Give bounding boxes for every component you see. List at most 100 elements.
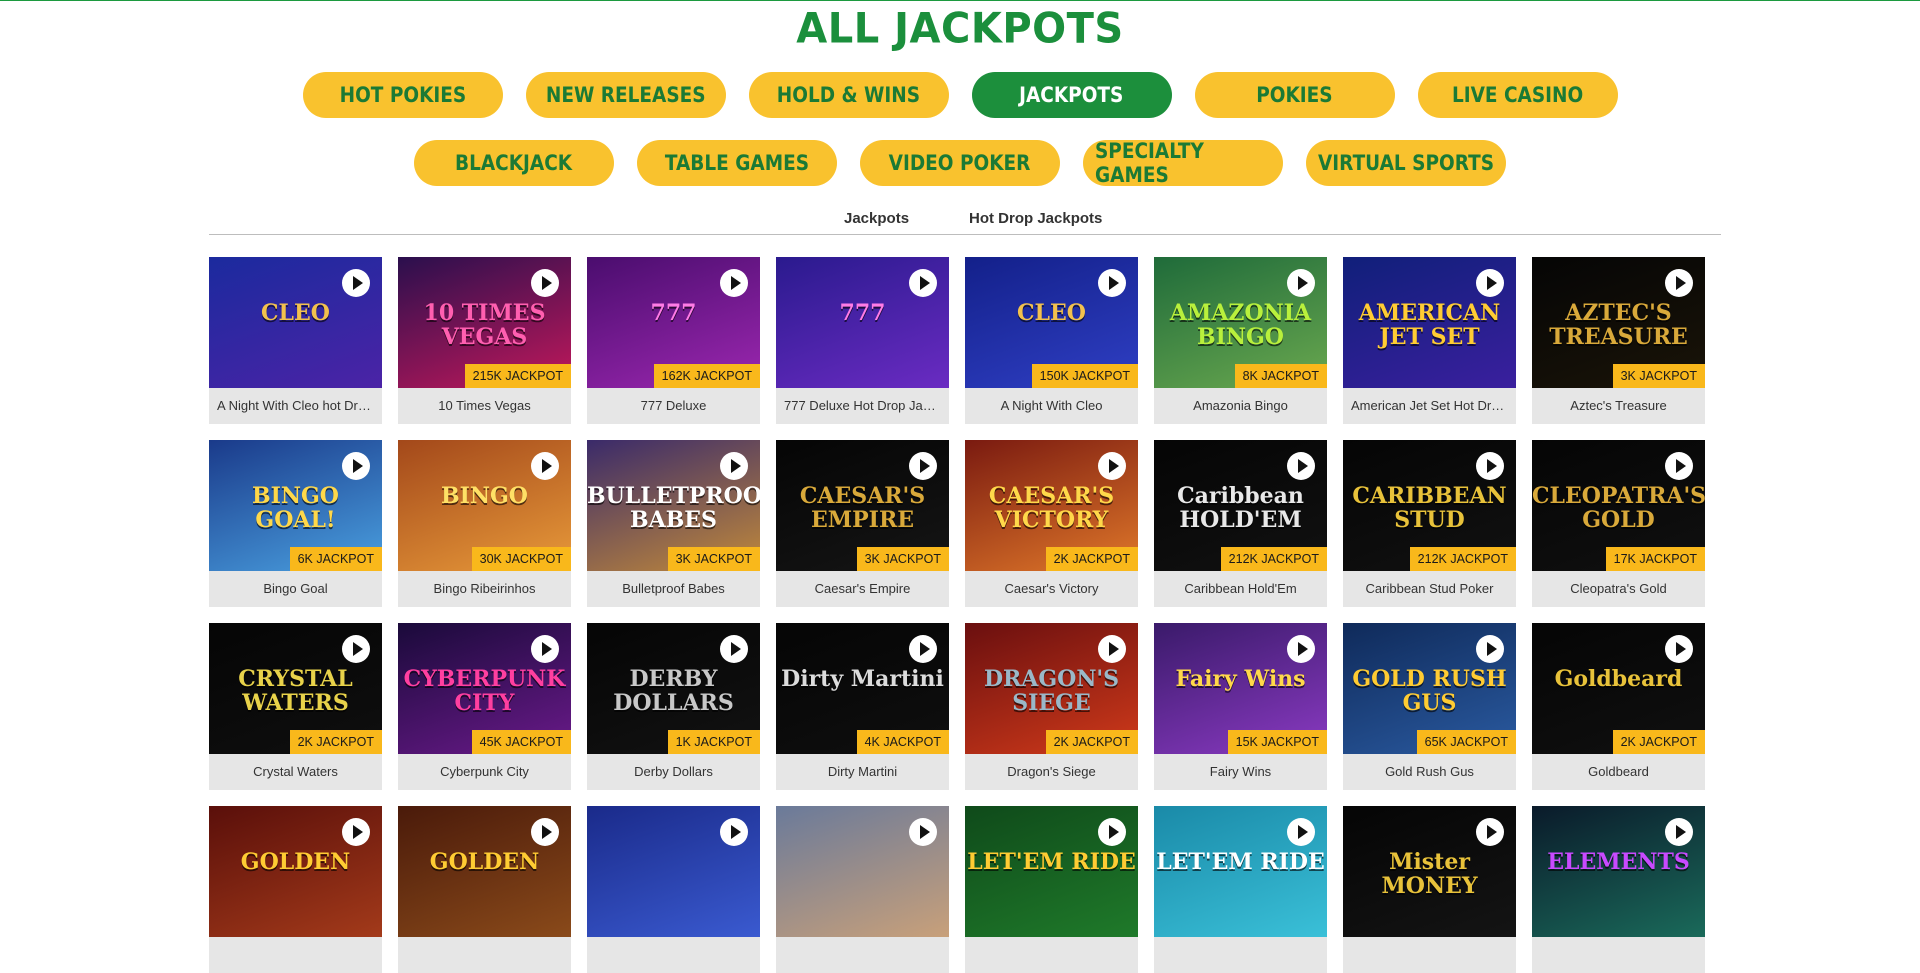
game-tile[interactable]: AZTEC'S TREASURE 3K JACKPOT Aztec's Treasu… [1532, 257, 1705, 424]
game-title[interactable]: Gold Rush Gus [1343, 754, 1516, 790]
category-pill-table-games[interactable]: TABLE GAMES [637, 140, 837, 186]
game-thumbnail[interactable]: Mister MONEY [1343, 806, 1516, 937]
game-tile[interactable]: LET'EM RIDE [965, 806, 1138, 973]
play-icon[interactable] [720, 818, 748, 846]
game-title[interactable]: A Night With Cleo [965, 388, 1138, 424]
game-thumbnail[interactable]: CRYSTAL WATERS 2K JACKPOT [209, 623, 382, 754]
category-pill-jackpots[interactable]: JACKPOTS [971, 72, 1172, 118]
play-icon[interactable] [1476, 818, 1504, 846]
play-icon[interactable] [720, 635, 748, 663]
game-tile[interactable]: 777 162K JACKPOT 777 Deluxe [587, 257, 760, 424]
game-tile[interactable]: Caribbean HOLD'EM 212K JACKPOT Caribbean H… [1154, 440, 1327, 607]
game-title[interactable]: Cleopatra's Gold [1532, 571, 1705, 607]
play-icon[interactable] [531, 269, 559, 297]
game-tile[interactable]: GOLD RUSH GUS 65K JACKPOT Gold Rush Gus [1343, 623, 1516, 790]
play-icon[interactable] [1098, 818, 1126, 846]
play-icon[interactable] [909, 269, 937, 297]
game-tile[interactable]: Dirty Martini 4K JACKPOT Dirty Martini [776, 623, 949, 790]
game-tile[interactable]: Fairy Wins 15K JACKPOT Fairy Wins [1154, 623, 1327, 790]
category-pill-pokies[interactable]: POKIES [1194, 72, 1395, 118]
game-thumbnail[interactable]: GOLD RUSH GUS 65K JACKPOT [1343, 623, 1516, 754]
play-icon[interactable] [720, 269, 748, 297]
game-tile[interactable]: AMERICAN JET SET American Jet Set Hot Dro… [1343, 257, 1516, 424]
play-icon[interactable] [1287, 635, 1315, 663]
game-thumbnail[interactable]: AMERICAN JET SET [1343, 257, 1516, 388]
game-thumbnail[interactable]: CLEO [209, 257, 382, 388]
game-tile[interactable]: CYBERPUNK CITY 45K JACKPOT Cyberpunk City [398, 623, 571, 790]
game-thumbnail[interactable]: CLEO 150K JACKPOT [965, 257, 1138, 388]
game-title[interactable]: Caribbean Stud Poker [1343, 571, 1516, 607]
game-tile[interactable]: CLEO 150K JACKPOT A Night With Cleo [965, 257, 1138, 424]
category-pill-live-casino[interactable]: LIVE CASINO [1417, 72, 1618, 118]
game-thumbnail[interactable] [587, 806, 760, 937]
game-thumbnail[interactable]: LET'EM RIDE [965, 806, 1138, 937]
game-thumbnail[interactable]: CARIBBEAN STUD 212K JACKPOT [1343, 440, 1516, 571]
category-pill-hold-and-wins[interactable]: HOLD & WINS [748, 72, 949, 118]
game-title[interactable]: Aztec's Treasure [1532, 388, 1705, 424]
game-tile[interactable]: CLEOPATRA'S GOLD 17K JACKPOT Cleopatra's G… [1532, 440, 1705, 607]
game-thumbnail[interactable]: CAESAR'S EMPIRE 3K JACKPOT [776, 440, 949, 571]
play-icon[interactable] [1098, 269, 1126, 297]
play-icon[interactable] [342, 452, 370, 480]
game-title[interactable]: Caesar's Victory [965, 571, 1138, 607]
game-title[interactable]: Bingo Goal [209, 571, 382, 607]
game-thumbnail[interactable]: CYBERPUNK CITY 45K JACKPOT [398, 623, 571, 754]
play-icon[interactable] [1287, 269, 1315, 297]
category-pill-hot-pokies[interactable]: HOT POKIES [302, 72, 503, 118]
play-icon[interactable] [531, 635, 559, 663]
game-title[interactable]: Bulletproof Babes [587, 571, 760, 607]
play-icon[interactable] [342, 635, 370, 663]
game-thumbnail[interactable]: ELEMENTS [1532, 806, 1705, 937]
game-thumbnail[interactable]: BULLETPROOF BABES 3K JACKPOT [587, 440, 760, 571]
play-icon[interactable] [1476, 452, 1504, 480]
game-thumbnail[interactable]: Caribbean HOLD'EM 212K JACKPOT [1154, 440, 1327, 571]
game-thumbnail[interactable]: DERBY DOLLARS 1K JACKPOT [587, 623, 760, 754]
play-icon[interactable] [1287, 818, 1315, 846]
play-icon[interactable] [909, 818, 937, 846]
game-tile[interactable]: 10 TIMES VEGAS 215K JACKPOT 10 Times Vegas [398, 257, 571, 424]
game-tile[interactable]: Goldbeard 2K JACKPOT Goldbeard [1532, 623, 1705, 790]
game-tile[interactable]: CLEO A Night With Cleo hot Drop Jackpots [209, 257, 382, 424]
category-pill-blackjack[interactable]: BLACKJACK [414, 140, 614, 186]
game-tile[interactable]: GOLDEN [398, 806, 571, 973]
game-title[interactable]: Crystal Waters [209, 754, 382, 790]
play-icon[interactable] [720, 452, 748, 480]
game-tile[interactable]: Mister MONEY [1343, 806, 1516, 973]
play-icon[interactable] [1665, 635, 1693, 663]
game-thumbnail[interactable]: AMAZONIA BINGO 8K JACKPOT [1154, 257, 1327, 388]
game-title[interactable]: Caribbean Hold'Em [1154, 571, 1327, 607]
game-thumbnail[interactable]: 777 [776, 257, 949, 388]
category-pill-video-poker[interactable]: VIDEO POKER [860, 140, 1060, 186]
game-thumbnail[interactable]: BINGO 30K JACKPOT [398, 440, 571, 571]
game-thumbnail[interactable]: Goldbeard 2K JACKPOT [1532, 623, 1705, 754]
game-thumbnail[interactable]: Fairy Wins 15K JACKPOT [1154, 623, 1327, 754]
play-icon[interactable] [531, 818, 559, 846]
game-tile[interactable]: 777 777 Deluxe Hot Drop Jackpots [776, 257, 949, 424]
game-thumbnail[interactable]: CAESAR'S VICTORY 2K JACKPOT [965, 440, 1138, 571]
game-thumbnail[interactable]: CLEOPATRA'S GOLD 17K JACKPOT [1532, 440, 1705, 571]
play-icon[interactable] [1287, 452, 1315, 480]
category-pill-specialty-games[interactable]: SPECIALTY GAMES [1083, 139, 1283, 187]
game-tile[interactable]: GOLDEN [209, 806, 382, 973]
game-tile[interactable]: AMAZONIA BINGO 8K JACKPOT Amazonia Bingo [1154, 257, 1327, 424]
game-tile[interactable]: BINGO GOAL! 6K JACKPOT Bingo Goal [209, 440, 382, 607]
play-icon[interactable] [1665, 818, 1693, 846]
game-thumbnail[interactable]: 10 TIMES VEGAS 215K JACKPOT [398, 257, 571, 388]
game-tile[interactable]: DERBY DOLLARS 1K JACKPOT Derby Dollars [587, 623, 760, 790]
play-icon[interactable] [531, 452, 559, 480]
game-tile[interactable]: BINGO 30K JACKPOT Bingo Ribeirinhos [398, 440, 571, 607]
category-pill-new-releases[interactable]: NEW RELEASES [525, 72, 726, 118]
game-tile[interactable]: CAESAR'S VICTORY 2K JACKPOT Caesar's Victo… [965, 440, 1138, 607]
game-title[interactable]: Amazonia Bingo [1154, 388, 1327, 424]
play-icon[interactable] [1665, 452, 1693, 480]
game-thumbnail[interactable]: GOLDEN [398, 806, 571, 937]
game-thumbnail[interactable]: Dirty Martini 4K JACKPOT [776, 623, 949, 754]
game-tile[interactable]: LET'EM RIDE [1154, 806, 1327, 973]
game-thumbnail[interactable]: GOLDEN [209, 806, 382, 937]
tab-hot-drop-jackpots[interactable]: Hot Drop Jackpots [969, 210, 1102, 227]
play-icon[interactable] [1665, 269, 1693, 297]
game-title[interactable]: Dragon's Siege [965, 754, 1138, 790]
game-tile[interactable] [776, 806, 949, 973]
game-title[interactable]: 10 Times Vegas [398, 388, 571, 424]
game-title[interactable]: American Jet Set Hot Drop Jackpots [1343, 388, 1516, 424]
